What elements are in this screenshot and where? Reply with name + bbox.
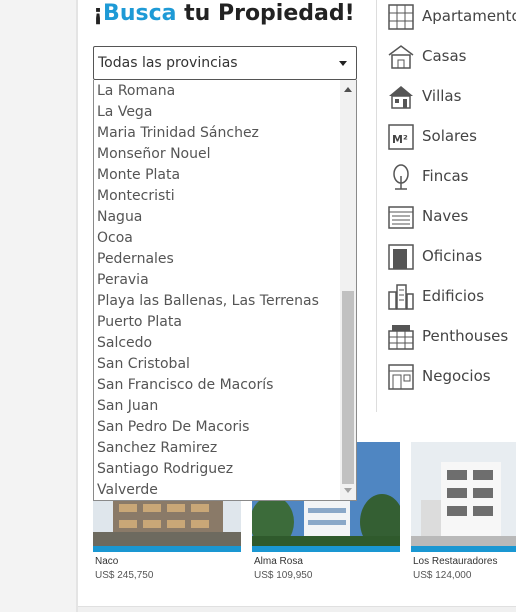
storefront-icon [388, 364, 414, 390]
type-label: Solares [422, 127, 477, 145]
province-option[interactable]: Playa las Ballenas, Las Terrenas [94, 291, 341, 312]
province-option[interactable]: Montecristi [94, 186, 341, 207]
province-option[interactable]: Sanchez Ramirez [94, 438, 341, 459]
province-option[interactable]: Santiago Rodriguez [94, 459, 341, 480]
scroll-up-arrow-icon[interactable] [344, 87, 352, 92]
scroll-down-arrow-icon[interactable] [344, 488, 352, 493]
province-option[interactable]: San Pedro De Macoris [94, 417, 341, 438]
type-penthouses[interactable]: Penthouses [386, 322, 516, 352]
type-casas[interactable]: Casas [386, 42, 516, 72]
province-option[interactable]: Salcedo [94, 333, 341, 354]
type-label: Villas [422, 87, 462, 105]
card-accent-bar [252, 546, 400, 552]
listing-name[interactable]: Alma Rosa [254, 556, 303, 567]
title-suffix: tu Propiedad! [176, 1, 355, 26]
card-accent-bar [411, 546, 516, 552]
type-label: Casas [422, 47, 467, 65]
column-divider [376, 0, 377, 412]
province-option[interactable]: Ocoa [94, 228, 341, 249]
type-apartamento[interactable]: Apartamento [386, 2, 516, 32]
province-options: La Romana La Vega Maria Trinidad Sánchez Mo… [94, 81, 341, 500]
province-option[interactable]: Peravia [94, 270, 341, 291]
listing-card[interactable]: Los Restauradores US$ 124,000 [411, 442, 516, 592]
listing-price: US$ 124,000 [413, 570, 472, 581]
type-label: Naves [422, 207, 469, 225]
listing-photo[interactable] [411, 442, 516, 546]
type-label: Oficinas [422, 247, 483, 265]
type-label: Fincas [422, 167, 469, 185]
province-option[interactable]: Valverde [94, 480, 341, 500]
type-solares[interactable]: M² Solares [386, 122, 516, 152]
type-villas[interactable]: Villas [386, 82, 516, 112]
villa-icon [388, 84, 414, 110]
type-label: Penthouses [422, 327, 509, 345]
province-option[interactable]: San Francisco de Macorís [94, 375, 341, 396]
province-option[interactable]: Maria Trinidad Sánchez [94, 123, 341, 144]
card-accent-bar [93, 546, 241, 552]
province-option[interactable]: Monseñor Nouel [94, 144, 341, 165]
province-option[interactable]: San Cristobal [94, 354, 341, 375]
type-label: Apartamento [422, 7, 516, 25]
page-bottom-edge [78, 606, 516, 612]
type-fincas[interactable]: Fincas [386, 162, 516, 192]
tree-icon [388, 164, 414, 190]
apartment-icon [388, 4, 414, 30]
land-m2-icon: M² [388, 124, 414, 150]
province-option[interactable]: Pedernales [94, 249, 341, 270]
province-option[interactable]: Puerto Plata [94, 312, 341, 333]
province-option[interactable]: La Romana [94, 81, 341, 102]
title-brand-word: Busca [103, 1, 177, 26]
province-select[interactable]: Todas las provincias [93, 46, 357, 80]
listing-price: US$ 109,950 [254, 570, 313, 581]
listing-price: US$ 245,750 [95, 570, 154, 581]
province-option[interactable]: Monte Plata [94, 165, 341, 186]
dropdown-scrollbar[interactable] [340, 80, 356, 500]
province-option[interactable]: La Vega [94, 102, 341, 123]
buildings-icon [388, 284, 414, 310]
svg-text:M²: M² [392, 133, 408, 146]
office-door-icon [388, 244, 414, 270]
type-label: Negocios [422, 367, 491, 385]
type-edificios[interactable]: Edificios [386, 282, 516, 312]
chevron-down-icon [339, 61, 347, 66]
warehouse-icon [388, 204, 414, 230]
type-label: Edificios [422, 287, 485, 305]
province-select-value: Todas las provincias [98, 55, 238, 71]
province-option[interactable]: Nagua [94, 207, 341, 228]
house-icon [388, 44, 414, 70]
listing-name[interactable]: Los Restauradores [413, 556, 498, 567]
scrollbar-thumb[interactable] [342, 291, 354, 484]
province-option[interactable]: San Juan [94, 396, 341, 417]
type-negocios[interactable]: Negocios [386, 362, 516, 392]
type-naves[interactable]: Naves [386, 202, 516, 232]
province-dropdown-list[interactable]: La Romana La Vega Maria Trinidad Sánchez Mo… [93, 80, 357, 501]
type-oficinas[interactable]: Oficinas [386, 242, 516, 272]
page-left-gutter [0, 0, 78, 612]
listing-name[interactable]: Naco [95, 556, 118, 567]
penthouse-icon [388, 324, 414, 350]
title-prefix: ¡ [93, 1, 104, 26]
page-title: ¡Busca tu Propiedad! [93, 1, 355, 26]
